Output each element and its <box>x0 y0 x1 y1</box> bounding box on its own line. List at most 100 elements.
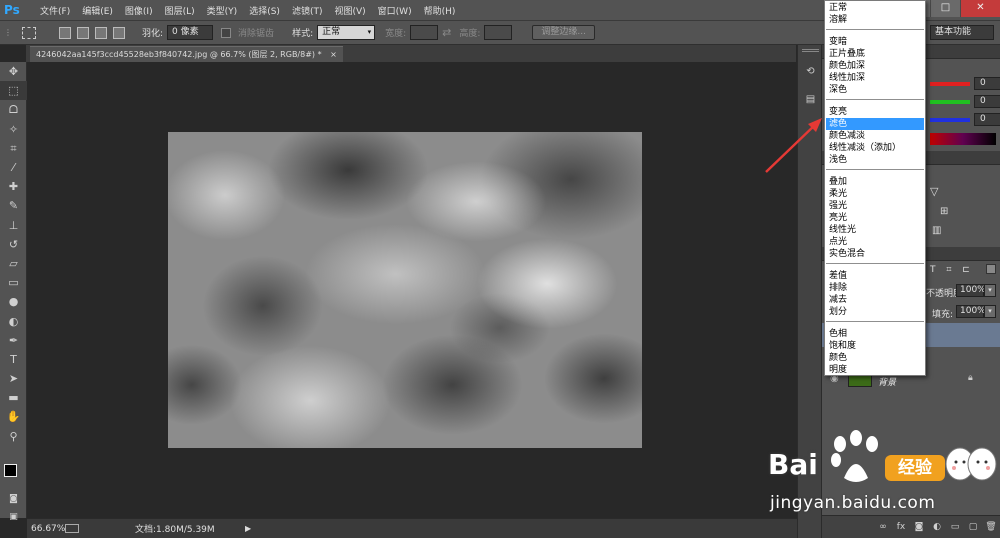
blend-mode-option[interactable]: 线性减淡（添加） <box>826 142 924 154</box>
status-menu-arrow-icon[interactable]: ▶ <box>245 524 251 533</box>
blue-value[interactable]: 0 <box>974 113 1000 126</box>
blend-mode-option[interactable]: 排除 <box>826 282 924 294</box>
canvas-area[interactable] <box>27 62 797 518</box>
dodge-tool-icon[interactable]: ◐ <box>0 311 27 330</box>
red-slider[interactable] <box>930 81 970 86</box>
antialias-checkbox[interactable] <box>221 27 232 38</box>
pen-tool-icon[interactable]: ✒ <box>0 331 27 350</box>
blend-mode-option[interactable]: 差值 <box>826 270 924 282</box>
color-spectrum[interactable] <box>930 133 996 145</box>
magic-wand-tool-icon[interactable]: ✧ <box>0 120 27 139</box>
menu-filter[interactable]: 滤镜(T) <box>286 4 329 17</box>
marquee-tool-preset-icon[interactable] <box>22 26 36 39</box>
maximize-icon[interactable]: □ <box>930 0 960 17</box>
opacity-input[interactable]: 100% <box>956 284 986 297</box>
refine-edge-button[interactable]: 调整边缘... <box>532 25 596 40</box>
blend-mode-option[interactable]: 明度 <box>826 364 924 376</box>
add-mask-icon[interactable]: ◙ <box>910 522 928 532</box>
style-select[interactable]: 正常 ▾ <box>317 25 376 40</box>
rectangle-tool-icon[interactable]: ▬ <box>0 388 27 407</box>
workspace-select[interactable]: 基本功能 <box>930 25 994 40</box>
eyedropper-tool-icon[interactable]: ⁄ <box>0 158 27 177</box>
blend-mode-option[interactable]: 滤色 <box>826 118 924 130</box>
blend-mode-option[interactable]: 正片叠底 <box>826 48 924 60</box>
blend-mode-option[interactable]: 划分 <box>826 306 924 318</box>
blend-mode-option[interactable]: 实色混合 <box>826 248 924 260</box>
document-tab[interactable]: 4246042aa145f3ccd45528eb3f840742.jpg @ 6… <box>30 46 343 62</box>
blend-mode-option[interactable]: 柔光 <box>826 188 924 200</box>
blue-slider[interactable] <box>930 117 970 122</box>
menu-select[interactable]: 选择(S) <box>243 4 286 17</box>
fill-dropdown-icon[interactable]: ▾ <box>984 305 996 318</box>
quick-mask-icon[interactable]: ◙ <box>0 490 27 509</box>
move-tool-icon[interactable]: ✥ <box>0 62 27 81</box>
link-layers-icon[interactable]: ∞ <box>874 522 892 532</box>
intersect-selection-icon[interactable] <box>113 26 125 39</box>
path-selection-tool-icon[interactable]: ➤ <box>0 369 27 388</box>
menu-file[interactable]: 文件(F) <box>34 4 76 17</box>
gradient-tool-icon[interactable]: ▭ <box>0 273 27 292</box>
blend-mode-option[interactable]: 变暗 <box>826 36 924 48</box>
layer-style-icon[interactable]: fx <box>892 522 910 532</box>
blend-mode-option[interactable]: 正常 <box>826 2 924 14</box>
menu-view[interactable]: 视图(V) <box>328 4 371 17</box>
blend-mode-option[interactable]: 强光 <box>826 200 924 212</box>
brush-tool-icon[interactable]: ✎ <box>0 196 27 215</box>
width-input[interactable] <box>410 25 439 40</box>
menu-image[interactable]: 图像(I) <box>119 4 159 17</box>
layer-filter-icons[interactable]: T ⌗ ⊏ <box>930 265 974 275</box>
new-layer-icon[interactable]: ▢ <box>964 522 982 532</box>
red-value[interactable]: 0 <box>974 77 1000 90</box>
new-group-icon[interactable]: ▭ <box>946 522 964 532</box>
adjustment-layer-icon[interactable]: ◐ <box>928 522 946 532</box>
type-tool-icon[interactable]: T <box>0 350 27 369</box>
tab-close-icon[interactable]: × <box>330 50 337 59</box>
screen-mode-icon[interactable]: ▣ <box>0 508 27 527</box>
blend-mode-option[interactable]: 颜色减淡 <box>826 130 924 142</box>
clouds-image[interactable] <box>168 132 642 448</box>
rectangular-marquee-tool-icon[interactable]: ⬚ <box>0 81 27 101</box>
delete-layer-icon[interactable]: 🗑︎ <box>982 522 1000 532</box>
menu-layer[interactable]: 图层(L) <box>159 4 201 17</box>
blend-mode-option[interactable]: 线性光 <box>826 224 924 236</box>
zoom-level[interactable]: 66.67% <box>31 524 65 534</box>
eraser-tool-icon[interactable]: ▱ <box>0 254 27 273</box>
menu-edit[interactable]: 编辑(E) <box>76 4 119 17</box>
blend-mode-option[interactable]: 亮光 <box>826 212 924 224</box>
green-value[interactable]: 0 <box>974 95 1000 108</box>
blend-mode-option[interactable]: 深色 <box>826 84 924 96</box>
lasso-tool-icon[interactable]: ᗝ <box>0 100 27 119</box>
blend-mode-option[interactable]: 色相 <box>826 328 924 340</box>
crop-tool-icon[interactable]: ⌗ <box>0 139 27 158</box>
zoom-toggle-icon[interactable] <box>65 524 79 533</box>
fill-input[interactable]: 100% <box>956 305 986 318</box>
blend-mode-option[interactable]: 线性加深 <box>826 72 924 84</box>
swap-icon[interactable]: ⇄ <box>442 26 451 39</box>
height-input[interactable] <box>484 25 513 40</box>
healing-brush-tool-icon[interactable]: ✚ <box>0 177 27 196</box>
layer-filter-toggle[interactable] <box>986 264 996 274</box>
foreground-color-swatch[interactable] <box>4 464 17 477</box>
subtract-selection-icon[interactable] <box>95 26 107 39</box>
menu-help[interactable]: 帮助(H) <box>418 4 462 17</box>
new-selection-icon[interactable] <box>59 26 71 39</box>
hand-tool-icon[interactable]: ✋ <box>0 407 27 426</box>
green-slider[interactable] <box>930 99 970 104</box>
blend-mode-option[interactable]: 叠加 <box>826 176 924 188</box>
blend-mode-option[interactable]: 颜色加深 <box>826 60 924 72</box>
channel-mixer-icon[interactable]: ▥ <box>932 225 941 236</box>
blur-tool-icon[interactable]: ● <box>0 292 27 311</box>
blend-mode-option[interactable]: 变亮 <box>826 106 924 118</box>
blend-mode-option[interactable]: 浅色 <box>826 154 924 166</box>
properties-panel-icon[interactable]: ▤ <box>802 91 819 108</box>
blend-mode-option[interactable]: 饱和度 <box>826 340 924 352</box>
triangle-adjust-icon[interactable]: ▽ <box>930 185 938 198</box>
blend-mode-option[interactable]: 点光 <box>826 236 924 248</box>
history-brush-tool-icon[interactable]: ↺ <box>0 235 27 254</box>
grid-adjust-icon[interactable]: ⊞ <box>940 206 948 217</box>
menu-window[interactable]: 窗口(W) <box>372 4 418 17</box>
add-selection-icon[interactable] <box>77 26 89 39</box>
zoom-tool-icon[interactable]: ⚲ <box>0 427 27 446</box>
blend-mode-option[interactable]: 颜色 <box>826 352 924 364</box>
blend-mode-option[interactable]: 减去 <box>826 294 924 306</box>
